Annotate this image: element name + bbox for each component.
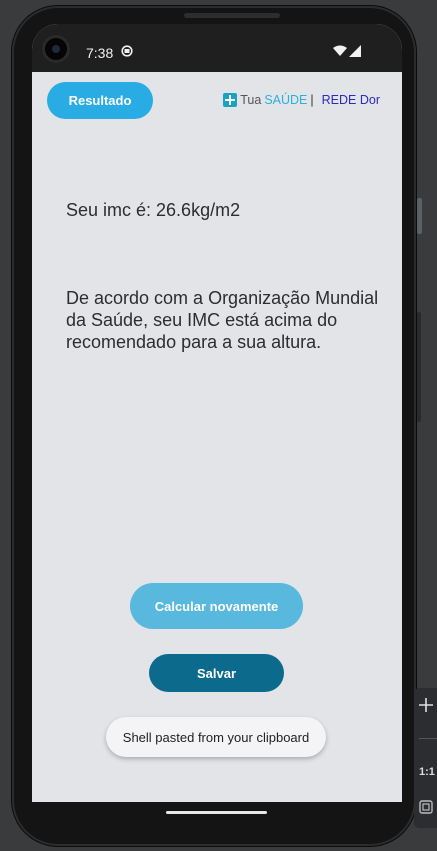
save-button[interactable]: Salvar <box>149 654 284 692</box>
wifi-icon <box>333 45 347 56</box>
imc-result-text: Seu imc é: 26.6kg/m2 <box>66 200 241 220</box>
speaker-grille <box>184 13 280 18</box>
volume-button <box>417 312 421 422</box>
power-button <box>417 198 422 234</box>
brand-separator: | <box>310 93 314 107</box>
brand-saude: SAÚDE <box>264 93 308 107</box>
recalculate-button[interactable]: Calcular novamente <box>130 583 303 629</box>
plus-icon <box>223 93 238 107</box>
result-button[interactable]: Resultado <box>47 82 153 119</box>
device-chin <box>32 802 402 828</box>
toast-text: Shell pasted from your clipboard <box>122 729 310 745</box>
app-status-icon <box>121 45 133 57</box>
clipboard-toast: Shell pasted from your clipboard <box>106 717 326 757</box>
imc-message-text: De acordo com a Organização Mundial da S… <box>66 288 379 352</box>
camera-icon <box>45 38 67 60</box>
emulator-plus-icon[interactable] <box>419 698 433 712</box>
status-time: 7:38 <box>86 45 114 61</box>
brand-tua: Tua <box>240 93 262 107</box>
emulator-toolbar: 1:1 <box>414 688 437 828</box>
home-indicator[interactable] <box>166 811 267 814</box>
brand-rede: REDE Dor <box>321 93 380 107</box>
emulator-frame-icon[interactable] <box>419 800 433 814</box>
emulator-ratio-button[interactable]: 1:1 <box>419 766 435 778</box>
signal-icon <box>349 45 361 57</box>
status-bar: 7:38 <box>32 24 402 72</box>
app-screen: 7:38 Resultado Tua SAÚDE | REDE Dor Seu … <box>32 24 402 802</box>
brand-logo: Tua SAÚDE | REDE Dor <box>223 93 380 107</box>
emulator-divider <box>419 738 437 739</box>
